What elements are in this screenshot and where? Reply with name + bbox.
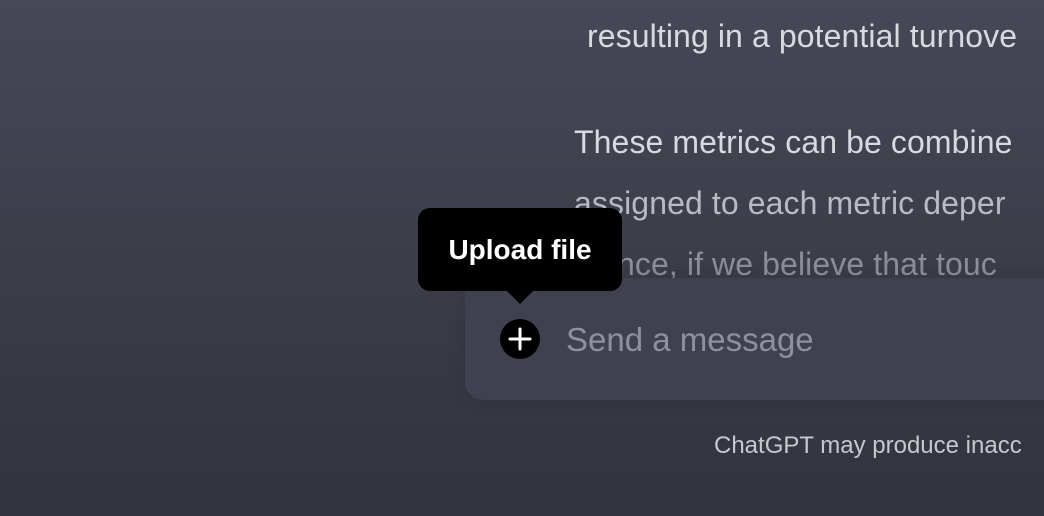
plus-circle-icon [508, 327, 532, 351]
assistant-message-line: assigned to each metric deper [574, 185, 1006, 221]
assistant-message-line: resulting in a potential turnove [587, 18, 1018, 54]
message-input[interactable] [566, 318, 1036, 362]
assistant-message-line: These metrics can be combine [574, 124, 1013, 160]
upload-file-button[interactable] [500, 319, 540, 359]
tooltip-arrow [506, 290, 534, 304]
upload-file-tooltip: Upload file [418, 208, 622, 291]
tooltip-label: Upload file [448, 233, 592, 265]
disclaimer-text: ChatGPT may produce inacc [714, 432, 1022, 459]
